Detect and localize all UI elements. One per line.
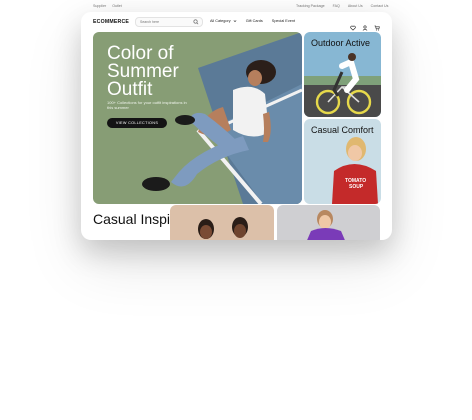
link-outlet[interactable]: Outlet: [112, 4, 122, 8]
category-card-outdoor-active[interactable]: Outdoor Active: [304, 32, 381, 117]
outdoor-active-title: Outdoor Active: [311, 38, 371, 48]
link-tracking-package[interactable]: Tracking Package: [296, 4, 325, 8]
top-links-right: Tracking Package FAQ About Us Contact Us: [296, 4, 388, 8]
casual-comfort-title: Casual Comfort: [311, 125, 374, 135]
couple-photo: [198, 217, 248, 239]
view-collections-button[interactable]: VIEW COLLECTIONS: [107, 118, 167, 128]
menu-gift-cards[interactable]: Gift Cards: [246, 19, 263, 23]
nav-menu: All Category Gift Cards Special Event: [210, 19, 295, 23]
chevron-down-icon: [233, 20, 237, 22]
hero-title: Color of Summer Outfit: [107, 43, 179, 100]
nav-icons: [350, 18, 380, 31]
main-nav: ECOMMERCE All Category Gift Cards Specia…: [81, 12, 392, 32]
store-logo[interactable]: ECOMMERCE: [93, 19, 129, 25]
link-faq[interactable]: FAQ: [333, 4, 340, 8]
link-contact-us[interactable]: Contact Us: [371, 4, 389, 8]
search-icon[interactable]: [193, 19, 199, 25]
inspiration-card-couple[interactable]: [170, 205, 274, 240]
hero-subtitle: 100+ Collections for your outfit inspira…: [107, 100, 187, 110]
inspiration-card-woman[interactable]: [277, 205, 380, 240]
svg-text:SOUP: SOUP: [349, 184, 364, 190]
search-box[interactable]: [135, 17, 203, 27]
menu-special-event[interactable]: Special Event: [272, 19, 295, 23]
link-about-us[interactable]: About Us: [348, 4, 363, 8]
category-card-casual-comfort[interactable]: TOMATO SOUP Casual Comfort: [304, 119, 381, 204]
top-links-left: Supplier Outlet: [93, 4, 122, 8]
link-supplier[interactable]: Supplier: [93, 4, 106, 8]
cart-icon[interactable]: [374, 18, 380, 31]
woman-photo: [307, 210, 345, 240]
menu-all-category-label: All Category: [210, 19, 231, 23]
user-icon[interactable]: [362, 18, 368, 31]
menu-all-category[interactable]: All Category: [210, 19, 237, 23]
store-window: ECOMMERCE All Category Gift Cards Specia…: [81, 12, 392, 240]
search-input[interactable]: [140, 19, 192, 25]
heart-icon[interactable]: [350, 18, 356, 31]
hero-banner[interactable]: Color of Summer Outfit 100+ Collections …: [93, 32, 302, 204]
